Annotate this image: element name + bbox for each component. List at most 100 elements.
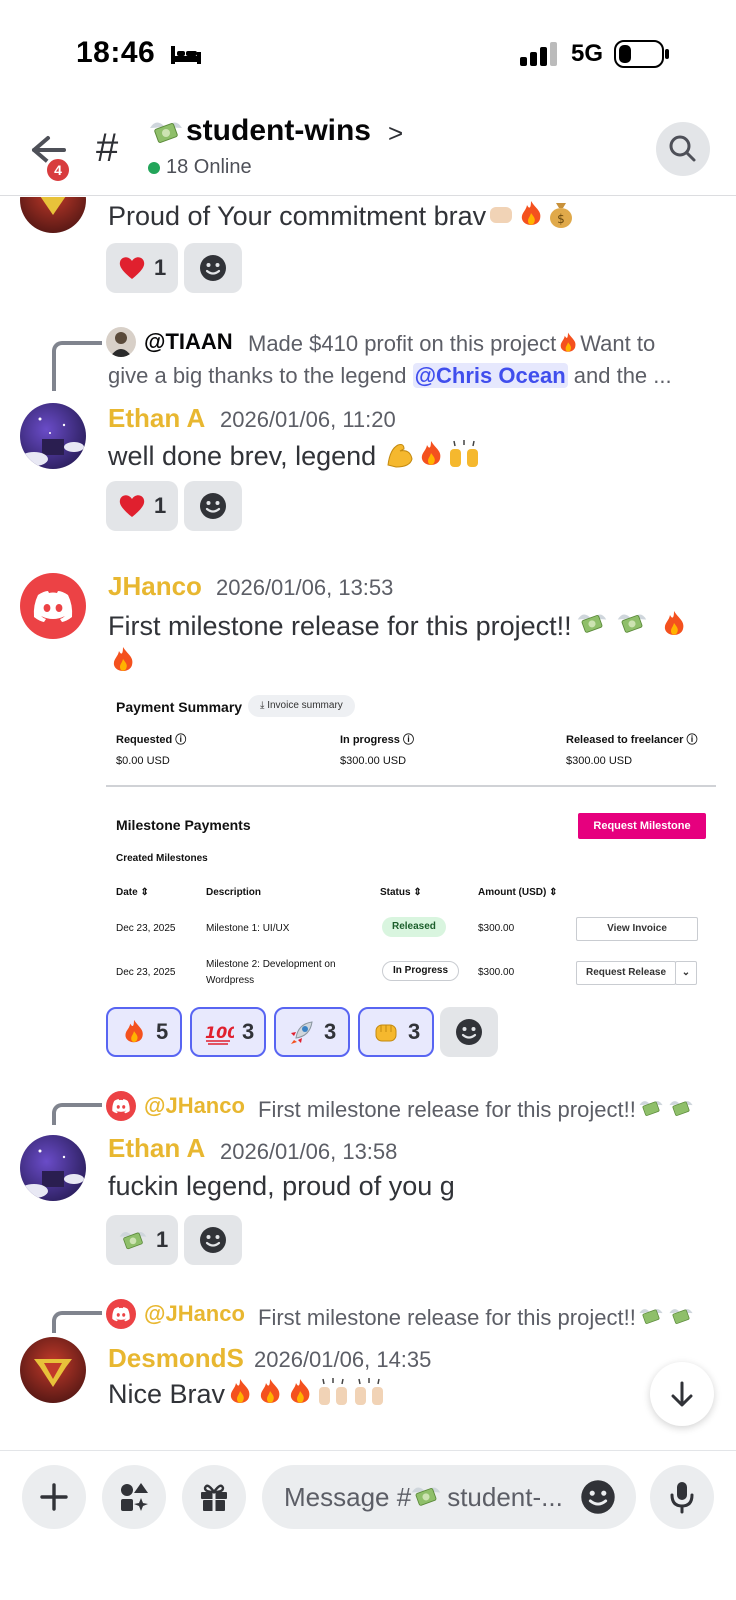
row-description: Milestone 2: Development on: [206, 959, 336, 970]
avatar-ethan[interactable]: [20, 1135, 86, 1201]
gift-icon: [201, 1484, 227, 1511]
add-reaction-button[interactable]: [184, 243, 242, 293]
reply-username[interactable]: @TIAAN: [144, 329, 233, 355]
reaction-heart[interactable]: 1: [106, 481, 178, 531]
signal-icon: [520, 42, 557, 66]
message-input[interactable]: Message # student-...: [262, 1465, 636, 1529]
apps-button[interactable]: [102, 1465, 166, 1529]
reply-username[interactable]: @JHanco: [144, 1301, 245, 1327]
reply-preview-line-2[interactable]: give a big thanks to the legend @Chris O…: [108, 363, 672, 389]
reaction-fire[interactable]: 5: [106, 1007, 182, 1057]
message-text: well done brev, legend: [108, 439, 482, 472]
col-description: Description: [206, 887, 262, 898]
money-wings-emoji-icon: [639, 1309, 663, 1324]
raising-hands-emoji-icon: [319, 1378, 348, 1405]
money-wings-emoji-icon: [119, 1232, 147, 1250]
reply-connector: [52, 1311, 102, 1333]
released-value: $300.00 USD: [566, 755, 633, 767]
status-badge-in-progress: In Progress: [382, 961, 460, 981]
fire-emoji-icon: [125, 1019, 143, 1043]
reaction-fist[interactable]: 3: [358, 1007, 434, 1057]
mention-chris-ocean[interactable]: @Chris Ocean: [412, 363, 568, 388]
reply-connector: [52, 341, 102, 391]
fist-emoji-icon: [490, 207, 513, 223]
col-amount: Amount (USD) ⇕: [478, 887, 558, 898]
milestone-payments-title: Milestone Payments: [116, 817, 251, 833]
rocket-emoji-icon: [291, 1021, 313, 1044]
money-wings-emoji-icon: [577, 614, 606, 633]
row-amount: $300.00: [478, 967, 515, 978]
message-timestamp: 2026/01/06, 14:35: [254, 1347, 432, 1372]
chevron-right-icon[interactable]: >: [388, 118, 403, 149]
emoji-picker-icon[interactable]: [580, 1479, 616, 1515]
network-label: 5G: [571, 40, 604, 67]
raising-hands-emoji-icon: [449, 440, 478, 467]
search-button[interactable]: [656, 122, 710, 176]
author-name[interactable]: Ethan A: [108, 403, 205, 434]
discord-logo-icon: [112, 1099, 130, 1114]
avatar-desmond[interactable]: [20, 197, 86, 233]
fire-emoji-icon: [260, 1379, 280, 1403]
money-wings-emoji-icon: [639, 1101, 663, 1116]
avatar-jhanco[interactable]: [20, 573, 86, 639]
reply-preview[interactable]: Made $410 profit on this project Want to: [248, 331, 655, 357]
add-attachment-button[interactable]: [22, 1465, 86, 1529]
reaction-count: 3: [408, 1019, 421, 1044]
fist-emoji-icon: [375, 1024, 397, 1042]
voice-message-button[interactable]: [650, 1465, 714, 1529]
author-name[interactable]: JHanco: [108, 571, 202, 602]
reply-connector: [52, 1103, 102, 1125]
message-timestamp: 2026/01/06, 11:20: [220, 407, 396, 432]
heart-emoji-icon: [119, 257, 145, 279]
battery-icon: [614, 40, 669, 68]
jump-to-present-button[interactable]: [650, 1362, 714, 1426]
svg-text:100: 100: [205, 1023, 234, 1042]
requested-value: $0.00 USD: [116, 755, 170, 767]
add-reaction-button[interactable]: [184, 481, 242, 531]
reaction-count: 3: [324, 1019, 337, 1044]
reply-username[interactable]: @JHanco: [144, 1093, 245, 1119]
add-reaction-button[interactable]: [440, 1007, 498, 1057]
reply-preview[interactable]: First milestone release for this project…: [258, 1303, 696, 1331]
author-name[interactable]: Ethan A: [108, 1133, 205, 1164]
status-badge-released: Released: [382, 917, 446, 937]
reaction-money-wings[interactable]: 1: [106, 1215, 178, 1265]
search-icon: [669, 135, 696, 162]
gift-button[interactable]: [182, 1465, 246, 1529]
arrow-down-icon: [671, 1381, 693, 1407]
reaction-heart[interactable]: 1: [106, 243, 178, 293]
author-name[interactable]: DesmondS: [108, 1343, 244, 1374]
request-milestone-button: Request Milestone: [578, 813, 706, 839]
in-progress-label: In progress ⓘ: [340, 734, 414, 746]
online-status-dot: [148, 162, 160, 174]
money-wings-emoji-icon: [669, 1101, 693, 1116]
reaction-count: 1: [156, 1227, 169, 1252]
discord-logo-icon: [112, 1307, 130, 1322]
reaction-count: 1: [154, 493, 167, 518]
payment-summary-image[interactable]: Payment Summary ⤓ Invoice summary Reques…: [106, 681, 716, 1001]
message-text-continued: [108, 645, 138, 678]
reply-avatar: [106, 1299, 136, 1329]
channel-hash-icon: #: [96, 126, 119, 170]
reaction-rocket[interactable]: 3: [274, 1007, 350, 1057]
money-wings-emoji-icon: [617, 614, 646, 633]
plus-icon: [40, 1483, 68, 1511]
message-list[interactable]: Proud of Your commitment brav $ 1 @TIAAN …: [0, 197, 736, 1450]
row-date: Dec 23, 2025: [116, 967, 176, 978]
reaction-count: 5: [156, 1019, 169, 1044]
col-date: Date ⇕: [116, 887, 149, 898]
reply-preview[interactable]: First milestone release for this project…: [258, 1095, 696, 1123]
add-reaction-button[interactable]: [184, 1215, 242, 1265]
reaction-100[interactable]: 100 3: [190, 1007, 266, 1057]
avatar-ethan[interactable]: [20, 403, 86, 469]
fire-emoji-icon: [290, 1379, 310, 1403]
avatar-desmond[interactable]: [20, 1337, 86, 1403]
smiley-icon: [200, 1227, 226, 1253]
fire-emoji-icon: [230, 1379, 250, 1403]
message-timestamp: 2026/01/06, 13:58: [220, 1139, 398, 1164]
raising-hands-emoji-icon: [355, 1378, 384, 1405]
channel-name[interactable]: student-wins: [186, 114, 371, 148]
heart-emoji-icon: [119, 495, 145, 517]
status-bar: 18:46 5G: [0, 0, 736, 100]
reply-avatar: [106, 327, 136, 357]
